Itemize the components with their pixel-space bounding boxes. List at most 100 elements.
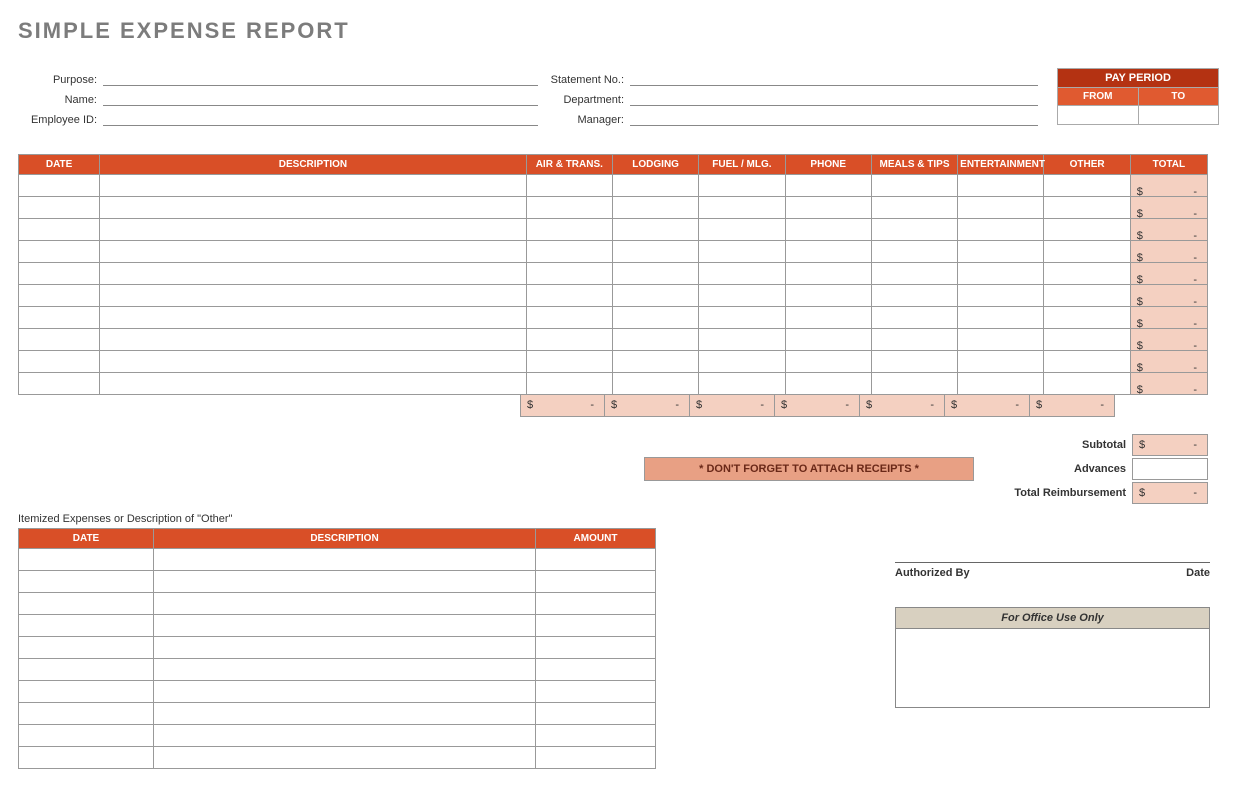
expense-cell[interactable] bbox=[19, 373, 100, 395]
expense-cell[interactable] bbox=[526, 263, 612, 285]
expense-cell[interactable] bbox=[19, 307, 100, 329]
itemized-cell[interactable] bbox=[19, 747, 154, 769]
itemized-cell[interactable] bbox=[536, 571, 656, 593]
itemized-cell[interactable] bbox=[536, 703, 656, 725]
expense-cell[interactable] bbox=[699, 285, 785, 307]
expense-cell[interactable] bbox=[871, 285, 957, 307]
expense-cell[interactable] bbox=[612, 329, 698, 351]
itemized-cell[interactable] bbox=[19, 659, 154, 681]
itemized-cell[interactable] bbox=[536, 549, 656, 571]
itemized-cell[interactable] bbox=[536, 747, 656, 769]
expense-cell[interactable] bbox=[1044, 285, 1130, 307]
expense-cell[interactable] bbox=[958, 197, 1044, 219]
input-manager[interactable] bbox=[630, 112, 1038, 126]
itemized-cell[interactable] bbox=[19, 637, 154, 659]
expense-cell[interactable] bbox=[699, 307, 785, 329]
expense-cell[interactable] bbox=[1044, 373, 1130, 395]
itemized-cell[interactable] bbox=[154, 615, 536, 637]
expense-cell[interactable] bbox=[100, 197, 526, 219]
expense-cell[interactable] bbox=[871, 329, 957, 351]
expense-cell[interactable] bbox=[612, 241, 698, 263]
expense-cell[interactable] bbox=[526, 197, 612, 219]
itemized-cell[interactable] bbox=[19, 593, 154, 615]
itemized-cell[interactable] bbox=[154, 681, 536, 703]
expense-cell[interactable] bbox=[958, 263, 1044, 285]
expense-cell[interactable] bbox=[19, 219, 100, 241]
expense-cell[interactable] bbox=[871, 263, 957, 285]
expense-cell[interactable] bbox=[785, 351, 871, 373]
input-department[interactable] bbox=[630, 92, 1038, 106]
expense-cell[interactable] bbox=[1044, 329, 1130, 351]
expense-cell[interactable] bbox=[699, 197, 785, 219]
pay-period-from-cell[interactable] bbox=[1057, 106, 1139, 125]
expense-cell[interactable] bbox=[1044, 241, 1130, 263]
expense-cell[interactable] bbox=[19, 241, 100, 263]
expense-cell[interactable] bbox=[526, 241, 612, 263]
expense-cell[interactable] bbox=[699, 351, 785, 373]
itemized-cell[interactable] bbox=[536, 593, 656, 615]
expense-cell[interactable] bbox=[526, 351, 612, 373]
itemized-cell[interactable] bbox=[536, 615, 656, 637]
expense-cell[interactable] bbox=[699, 373, 785, 395]
itemized-cell[interactable] bbox=[154, 747, 536, 769]
expense-cell[interactable] bbox=[871, 307, 957, 329]
expense-cell[interactable] bbox=[100, 307, 526, 329]
expense-cell[interactable] bbox=[785, 219, 871, 241]
expense-cell[interactable] bbox=[871, 175, 957, 197]
expense-cell[interactable] bbox=[19, 197, 100, 219]
itemized-cell[interactable] bbox=[536, 659, 656, 681]
pay-period-to-cell[interactable] bbox=[1139, 106, 1220, 125]
expense-cell[interactable] bbox=[100, 175, 526, 197]
itemized-cell[interactable] bbox=[19, 681, 154, 703]
itemized-cell[interactable] bbox=[154, 725, 536, 747]
expense-cell[interactable] bbox=[958, 307, 1044, 329]
expense-cell[interactable] bbox=[699, 175, 785, 197]
itemized-cell[interactable] bbox=[536, 637, 656, 659]
expense-cell[interactable] bbox=[1044, 175, 1130, 197]
expense-cell[interactable] bbox=[871, 373, 957, 395]
itemized-cell[interactable] bbox=[154, 549, 536, 571]
expense-cell[interactable] bbox=[871, 197, 957, 219]
expense-cell[interactable] bbox=[785, 329, 871, 351]
expense-cell[interactable] bbox=[785, 307, 871, 329]
expense-cell[interactable] bbox=[958, 351, 1044, 373]
expense-cell[interactable] bbox=[612, 175, 698, 197]
expense-cell[interactable] bbox=[958, 285, 1044, 307]
input-employee-id[interactable] bbox=[103, 112, 538, 126]
expense-cell[interactable] bbox=[958, 175, 1044, 197]
expense-cell[interactable] bbox=[699, 219, 785, 241]
expense-cell[interactable] bbox=[19, 263, 100, 285]
input-statement-no[interactable] bbox=[630, 72, 1038, 86]
expense-cell[interactable] bbox=[785, 373, 871, 395]
expense-cell[interactable] bbox=[1044, 219, 1130, 241]
expense-cell[interactable] bbox=[699, 241, 785, 263]
expense-cell[interactable] bbox=[612, 263, 698, 285]
itemized-cell[interactable] bbox=[536, 725, 656, 747]
expense-cell[interactable] bbox=[100, 329, 526, 351]
itemized-cell[interactable] bbox=[154, 637, 536, 659]
expense-cell[interactable] bbox=[958, 219, 1044, 241]
expense-cell[interactable] bbox=[19, 175, 100, 197]
itemized-cell[interactable] bbox=[154, 659, 536, 681]
expense-cell[interactable] bbox=[1044, 197, 1130, 219]
expense-cell[interactable] bbox=[785, 175, 871, 197]
expense-cell[interactable] bbox=[19, 351, 100, 373]
expense-cell[interactable] bbox=[100, 351, 526, 373]
expense-cell[interactable] bbox=[871, 351, 957, 373]
itemized-cell[interactable] bbox=[19, 615, 154, 637]
expense-cell[interactable] bbox=[958, 373, 1044, 395]
expense-cell[interactable] bbox=[526, 285, 612, 307]
expense-cell[interactable] bbox=[100, 219, 526, 241]
expense-cell[interactable] bbox=[100, 373, 526, 395]
expense-cell[interactable] bbox=[526, 307, 612, 329]
expense-cell[interactable] bbox=[958, 329, 1044, 351]
expense-cell[interactable] bbox=[785, 197, 871, 219]
itemized-cell[interactable] bbox=[19, 549, 154, 571]
expense-cell[interactable] bbox=[612, 373, 698, 395]
itemized-cell[interactable] bbox=[19, 571, 154, 593]
expense-cell[interactable] bbox=[785, 285, 871, 307]
itemized-cell[interactable] bbox=[154, 593, 536, 615]
expense-cell[interactable] bbox=[1044, 351, 1130, 373]
expense-cell[interactable] bbox=[526, 175, 612, 197]
itemized-cell[interactable] bbox=[154, 703, 536, 725]
